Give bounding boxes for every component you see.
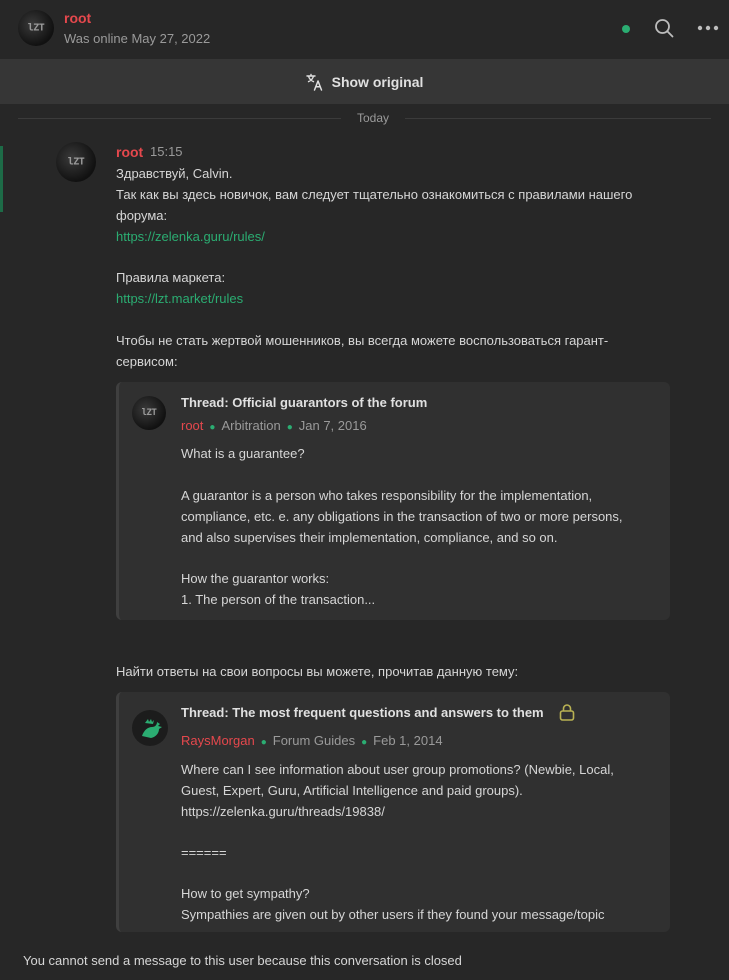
quote-text-line: ====== [181, 845, 227, 860]
quote-text-line: Sympathies are given out by other users … [181, 907, 605, 922]
divider-line-left [18, 118, 341, 119]
more-options-icon[interactable] [697, 18, 719, 38]
lock-icon [559, 704, 575, 721]
quote-text-line: A guarantor is a person who takes respon… [181, 488, 593, 503]
quote-text-line: 1. The person of the transaction... [181, 592, 376, 607]
quote-section[interactable]: Arbitration [221, 418, 280, 433]
rooster-logo-icon [142, 719, 162, 738]
meta-separator: ● [260, 737, 267, 748]
avatar-logo-text: lZT [27, 22, 45, 34]
thread-quote-card[interactable]: Thread: The most frequent questions and … [116, 692, 670, 932]
quote-text-line: Guest, Expert, Guru, Artificial Intellig… [181, 783, 523, 798]
quote-text-line: How to get sympathy? [181, 886, 310, 901]
quote-text-line: and also supervises their implementation… [181, 530, 558, 545]
header-last-seen: Was online May 27, 2022 [64, 31, 211, 46]
thread-quote-card[interactable]: lZT Thread: Official guarantors of the f… [116, 382, 670, 620]
conversation-closed-footer: You cannot send a message to this user b… [0, 932, 729, 980]
quote-meta: RaysMorgan ● Forum Guides ● Feb 1, 2014 [181, 733, 443, 748]
quote-text-line: https://zelenka.guru/threads/19838/ [181, 804, 385, 819]
rules-link[interactable]: https://zelenka.guru/rules/ [116, 229, 265, 244]
show-original-label: Show original [331, 73, 424, 90]
message-text-line: форума: [116, 208, 168, 223]
search-icon[interactable] [654, 18, 674, 38]
message-text-line: Найти ответы на свои вопросы вы можете, … [116, 664, 519, 679]
quote-meta: root ● Arbitration ● Jan 7, 2016 [181, 418, 367, 433]
message-author-avatar[interactable]: lZT [56, 142, 96, 182]
divider-line-right [405, 118, 711, 119]
quote-section[interactable]: Forum Guides [273, 733, 355, 748]
status-indicator [622, 25, 630, 33]
meta-separator: ● [209, 422, 216, 433]
quote-thread-title[interactable]: Thread: The most frequent questions and … [181, 705, 544, 720]
show-original-button[interactable]: Show original [0, 59, 729, 104]
quote-thread-title[interactable]: Thread: Official guarantors of the forum [181, 395, 427, 410]
avatar-logo-text: lZT [141, 408, 157, 418]
market-rules-link[interactable]: https://lzt.market/rules [116, 291, 243, 306]
unread-indicator [0, 146, 3, 212]
quote-date: Feb 1, 2014 [373, 733, 443, 748]
quote-text-line: compliance, etc. e. any obligations in t… [181, 509, 623, 524]
meta-separator: ● [286, 422, 293, 433]
quote-text-line: How the guarantor works: [181, 571, 330, 586]
message-author[interactable]: root [116, 144, 143, 160]
meta-separator: ● [361, 737, 368, 748]
avatar-logo-text: lZT [67, 156, 85, 168]
message-text-line: Так как вы здесь новичок, вам следует тщ… [116, 187, 633, 202]
quote-author[interactable]: RaysMorgan [181, 733, 255, 748]
message-text-line: сервисом: [116, 354, 178, 369]
quote-author-avatar[interactable]: lZT [132, 396, 166, 430]
user-avatar[interactable]: lZT [18, 10, 54, 46]
message-time: 15:15 [150, 144, 183, 159]
conversation-closed-notice: You cannot send a message to this user b… [23, 953, 462, 968]
message-text-line: Здравствуй, Calvin. [116, 166, 233, 181]
message-text-line: Чтобы не стать жертвой мошенников, вы вс… [116, 333, 609, 348]
quote-date: Jan 7, 2016 [298, 418, 367, 433]
translate-icon [305, 73, 322, 91]
quote-text-line: What is a guarantee? [181, 446, 305, 461]
quote-author[interactable]: root [181, 418, 203, 433]
date-divider: Today [356, 111, 390, 125]
message-text-line: Правила маркета: [116, 270, 226, 285]
header-username[interactable]: root [64, 10, 91, 26]
quote-author-avatar[interactable] [132, 710, 168, 746]
quote-text-line: Where can I see information about user g… [181, 762, 614, 777]
conversation-header: lZT root Was online May 27, 2022 [0, 0, 729, 58]
